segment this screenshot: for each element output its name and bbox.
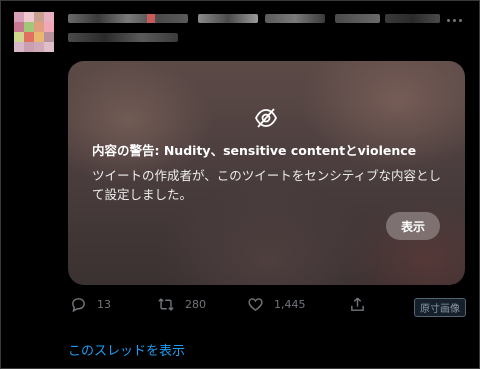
avatar-pixel bbox=[44, 42, 54, 52]
share-icon bbox=[351, 297, 364, 311]
avatar-pixel bbox=[14, 32, 24, 42]
eye-slash-icon bbox=[254, 108, 278, 128]
retweet-count: 280 bbox=[185, 298, 206, 311]
show-media-button[interactable]: 表示 bbox=[386, 212, 440, 240]
content-warning-description: ツイートの作成者が、このツイートをセンシティブな内容として設定しました。 bbox=[92, 168, 442, 202]
more-horizontal-icon[interactable] bbox=[447, 14, 467, 26]
avatar[interactable] bbox=[14, 12, 54, 52]
reply-icon bbox=[72, 298, 85, 313]
avatar-pixel bbox=[34, 12, 44, 22]
retweet-icon bbox=[158, 298, 174, 311]
avatar-pixel bbox=[14, 42, 24, 52]
content-warning-title: 内容の警告: Nudity、sensitive contentとviolence bbox=[92, 143, 417, 158]
like-count: 1,445 bbox=[274, 298, 306, 311]
avatar-pixel bbox=[44, 12, 54, 22]
avatar-pixel bbox=[34, 22, 44, 32]
avatar-pixel bbox=[44, 22, 54, 32]
avatar-pixel bbox=[24, 32, 34, 42]
avatar-pixel bbox=[24, 42, 34, 52]
reply-count: 13 bbox=[97, 298, 111, 311]
media-warning-card: 内容の警告: Nudity、sensitive contentとviolence… bbox=[68, 61, 465, 285]
share-button[interactable] bbox=[349, 296, 366, 313]
retweet-button[interactable]: 280 bbox=[157, 296, 206, 313]
avatar-pixel bbox=[34, 42, 44, 52]
heart-icon bbox=[248, 298, 263, 312]
avatar-pixel bbox=[14, 12, 24, 22]
avatar-pixel bbox=[44, 32, 54, 42]
reply-button[interactable]: 13 bbox=[70, 296, 111, 313]
avatar-pixel bbox=[14, 22, 24, 32]
show-thread-link[interactable]: このスレッドを表示 bbox=[68, 340, 185, 359]
avatar-pixel bbox=[24, 12, 34, 22]
avatar-pixel bbox=[24, 22, 34, 32]
avatar-pixel bbox=[34, 32, 44, 42]
original-image-button[interactable]: 原寸画像 bbox=[414, 298, 466, 317]
like-button[interactable]: 1,445 bbox=[247, 296, 306, 313]
